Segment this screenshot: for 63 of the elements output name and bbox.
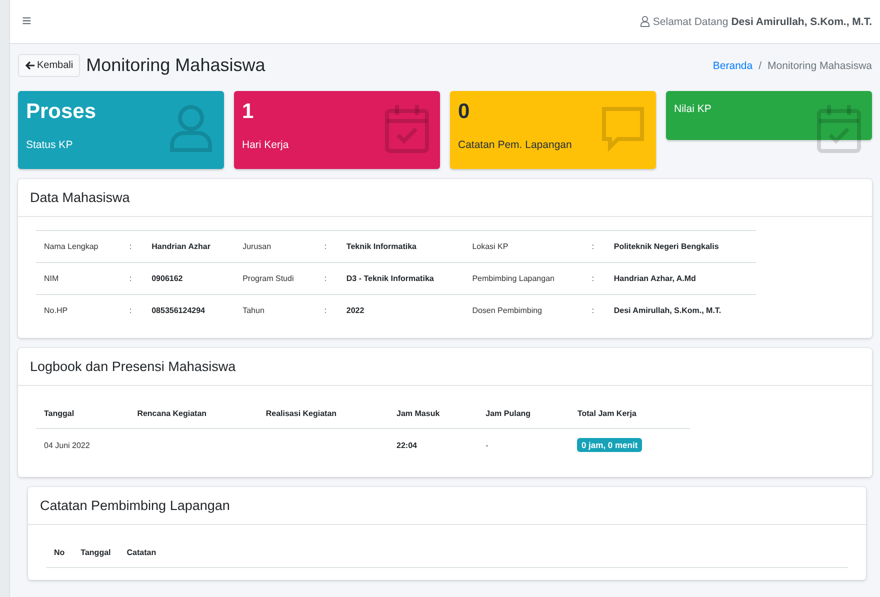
arrow-left-icon: [25, 61, 35, 70]
field-separator: :: [324, 242, 326, 251]
field-value: Teknik Informatika: [338, 230, 464, 262]
breadcrumb-link[interactable]: Beranda: [712, 60, 753, 72]
card-title: Catatan Pembimbing Lapangan: [28, 487, 866, 525]
user-icon: [168, 103, 214, 153]
stat-label: Nilai KP: [674, 103, 712, 115]
stat-value: 1: [242, 99, 255, 125]
column-header: Tanggal: [72, 538, 119, 568]
field-value: Handrian Azhar, A.Md: [606, 262, 756, 294]
field-label: Nama Lengkap: [36, 230, 122, 262]
stat-label: Hari Kerja: [242, 139, 290, 151]
field-separator: :: [592, 242, 594, 251]
user-icon: [640, 16, 650, 27]
menu-icon[interactable]: ≡: [22, 12, 32, 30]
card-title: Logbook dan Presensi Mahasiswa: [18, 348, 872, 386]
card-title: Data Mahasiswa: [18, 179, 872, 217]
field-label: Tahun: [234, 294, 316, 326]
field-label: Jurusan: [234, 230, 316, 262]
field-value: Handrian Azhar: [144, 230, 235, 262]
table-cell: 04 Juni 2022: [36, 428, 130, 461]
field-label: Lokasi KP: [464, 230, 584, 262]
field-separator: :: [129, 306, 132, 315]
column-header: No: [46, 538, 73, 568]
column-header: Total Jam Kerja: [569, 399, 690, 428]
column-header: Jam Masuk: [388, 399, 478, 428]
table-cell: 22:04: [388, 428, 478, 461]
field-label: NIM: [36, 262, 122, 294]
field-label: Program Studi: [234, 262, 316, 294]
field-separator: :: [129, 274, 132, 283]
column-header: Realisasi Kegiatan: [258, 399, 389, 428]
breadcrumb-current: Monitoring Mahasiswa: [768, 60, 872, 72]
column-header: Tanggal: [36, 399, 130, 428]
table-cell: -: [478, 428, 570, 461]
column-header: Jam Pulang: [478, 399, 570, 428]
page-title: Monitoring Mahasiswa: [86, 55, 266, 76]
total-hours-badge: 0 jam, 0 menit: [577, 438, 642, 452]
field-separator: :: [592, 274, 594, 283]
stat-label: Catatan Pem. Lapangan: [458, 139, 573, 151]
field-label: No.HP: [36, 294, 122, 326]
breadcrumb-separator: /: [758, 60, 762, 72]
field-value: 085356124294: [144, 294, 235, 326]
field-separator: :: [324, 274, 326, 283]
stat-value: 0: [458, 99, 471, 125]
field-value: 0906162: [144, 262, 235, 294]
field-separator: :: [592, 306, 594, 315]
field-separator: :: [129, 242, 132, 251]
field-value: 2022: [338, 294, 464, 326]
field-label: Pembimbing Lapangan: [464, 262, 584, 294]
field-value: Desi Amirullah, S.Kom., M.T.: [606, 294, 756, 326]
stat-label: Status KP: [26, 139, 74, 151]
back-button[interactable]: Kembali: [18, 54, 80, 77]
welcome-text: Selamat Datang: [652, 16, 728, 28]
field-label: Dosen Pembimbing: [464, 294, 584, 326]
calendar-check-icon: [816, 103, 862, 153]
calendar-check-icon: [384, 103, 430, 153]
stat-value: Proses: [26, 99, 98, 125]
field-value: Politeknik Negeri Bengkalis: [606, 230, 756, 262]
field-value: D3 - Teknik Informatika: [338, 262, 464, 294]
field-separator: :: [324, 306, 326, 315]
column-header: Rencana Kegiatan: [129, 399, 258, 428]
column-header: Catatan: [118, 538, 848, 568]
user-name: Desi Amirullah, S.Kom., M.T.: [731, 16, 872, 28]
